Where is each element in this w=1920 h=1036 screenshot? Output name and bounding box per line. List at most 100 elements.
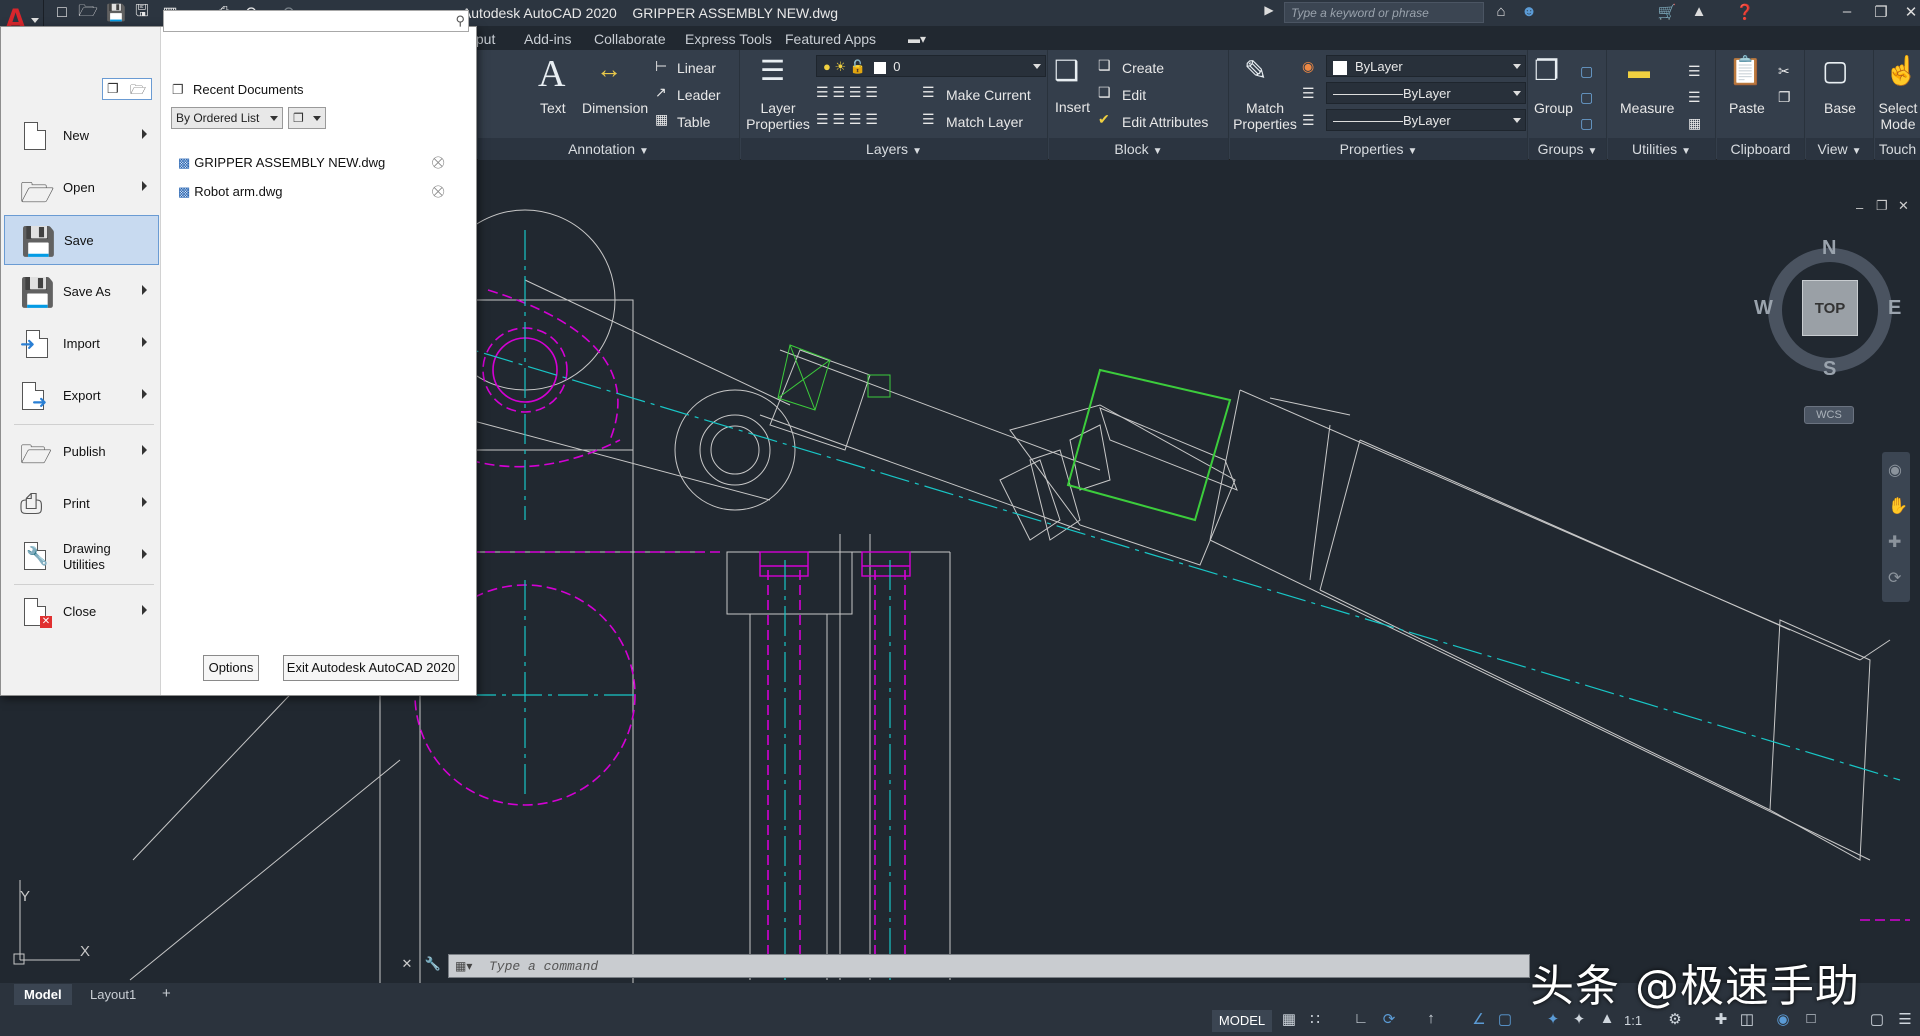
- compass-east[interactable]: E: [1888, 297, 1901, 320]
- create-button[interactable]: Create: [1122, 60, 1164, 76]
- linear-button[interactable]: Linear: [677, 60, 716, 76]
- layer-dropdown[interactable]: ● ☀ 🔓 0: [816, 55, 1046, 77]
- menu-item-save[interactable]: 💾 Save: [4, 215, 159, 265]
- layer-tools-row1[interactable]: ☰ ☰ ☰ ☰: [816, 84, 878, 101]
- text-button[interactable]: Text: [540, 100, 566, 116]
- tab-add-ins[interactable]: Add-ins: [524, 31, 571, 47]
- text-icon[interactable]: A: [538, 52, 565, 96]
- exit-autocad-button[interactable]: Exit Autodesk AutoCAD 2020: [283, 655, 459, 681]
- tab-express-tools[interactable]: Express Tools: [685, 31, 772, 47]
- dimension-button[interactable]: Dimension: [582, 100, 648, 116]
- base-button[interactable]: Base: [1824, 100, 1856, 116]
- binoculars-icon[interactable]: ⌂: [1490, 3, 1512, 23]
- add-layout-icon[interactable]: +: [162, 985, 171, 1002]
- layer-tools-row2[interactable]: ☰ ☰ ☰ ☰: [816, 111, 878, 128]
- tab-collaborate[interactable]: Collaborate: [594, 31, 666, 47]
- panel-utilities-title[interactable]: Utilities ▼: [1608, 138, 1715, 160]
- snap-icon[interactable]: ∷: [1304, 1010, 1326, 1032]
- view-toggle-icons[interactable]: ❐ 🗁: [102, 78, 152, 100]
- pin-icon[interactable]: ⛒: [432, 155, 444, 170]
- menu-item-new[interactable]: New: [4, 111, 159, 161]
- model-space-button[interactable]: MODEL: [1212, 1010, 1272, 1032]
- compass-west[interactable]: W: [1754, 297, 1773, 320]
- tab-model[interactable]: Model: [14, 984, 72, 1005]
- match-properties-button[interactable]: Match Properties: [1230, 100, 1300, 132]
- object-snap-tracking-icon[interactable]: ∠: [1468, 1010, 1490, 1032]
- window-minimize-icon[interactable]: –: [1836, 3, 1858, 23]
- select-mode-button[interactable]: Select Mode: [1876, 100, 1920, 132]
- panel-block-title[interactable]: Block ▼: [1049, 138, 1228, 160]
- tab-layout1[interactable]: Layout1: [80, 984, 146, 1005]
- menu-item-publish[interactable]: 🗁 Publish: [4, 427, 159, 477]
- layer-properties-icon[interactable]: ☰: [760, 54, 785, 87]
- navigation-bar[interactable]: ◉ ✋ ✚ ⟳: [1882, 452, 1910, 602]
- paste-icon[interactable]: 📋: [1728, 54, 1763, 87]
- measure-button[interactable]: Measure: [1620, 100, 1674, 116]
- drawing-minimize-icon[interactable]: –: [1856, 200, 1863, 215]
- make-current-button[interactable]: Make Current: [946, 87, 1031, 103]
- zoom-icon[interactable]: ✚: [1888, 532, 1901, 552]
- sort-by-dropdown[interactable]: By Ordered List: [171, 107, 283, 129]
- base-view-icon[interactable]: ▢: [1822, 54, 1848, 87]
- customize-status-icon[interactable]: ☰: [1894, 1010, 1916, 1032]
- recent-doc-item[interactable]: ▩ Robot arm.dwg: [178, 184, 458, 200]
- search-expand-icon[interactable]: ▶: [1258, 3, 1280, 23]
- grid-icon[interactable]: ▦: [1278, 1010, 1300, 1032]
- layer-properties-button[interactable]: Layer Properties: [744, 100, 812, 132]
- paste-button[interactable]: Paste: [1729, 100, 1765, 116]
- menu-search-input[interactable]: ⚲: [163, 10, 469, 32]
- viewcube[interactable]: TOP N S W E: [1754, 237, 1901, 380]
- panel-groups-title[interactable]: Groups ▼: [1529, 138, 1606, 160]
- measure-icon[interactable]: ▬: [1628, 58, 1650, 84]
- match-layer-button[interactable]: Match Layer: [946, 114, 1023, 130]
- recent-doc-item[interactable]: ▩ GRIPPER ASSEMBLY NEW.dwg: [178, 155, 458, 171]
- utilities-tools-icon[interactable]: ☰ ☰ ▦: [1688, 58, 1701, 136]
- window-restore-icon[interactable]: ❐: [1870, 3, 1892, 23]
- wcs-menu[interactable]: WCS: [1804, 406, 1854, 424]
- insert-icon[interactable]: ❑: [1054, 54, 1079, 87]
- drawing-close-icon[interactable]: ✕: [1898, 198, 1909, 214]
- isodraft-icon[interactable]: ↑: [1420, 1010, 1442, 1032]
- recent-docs-icon[interactable]: 🗁: [130, 81, 146, 103]
- group-button[interactable]: Group: [1534, 100, 1573, 116]
- command-line-wrench-icon[interactable]: 🔧: [422, 956, 444, 976]
- options-button[interactable]: Options: [203, 655, 259, 681]
- tab-featured-apps[interactable]: Featured Apps: [785, 31, 876, 47]
- polar-tracking-icon[interactable]: ⟳: [1378, 1010, 1400, 1032]
- select-mode-icon[interactable]: ☝: [1884, 54, 1919, 87]
- help-icon[interactable]: ❓: [1734, 3, 1756, 23]
- dimension-icon[interactable]: ↔: [596, 54, 622, 85]
- color-dropdown[interactable]: ByLayer: [1326, 55, 1526, 77]
- leader-button[interactable]: Leader: [677, 87, 721, 103]
- command-line-close-icon[interactable]: ✕: [396, 956, 418, 976]
- window-close-icon[interactable]: ✕: [1900, 3, 1920, 23]
- panel-annotation-title[interactable]: Annotation ▼: [478, 138, 739, 160]
- group-icon[interactable]: ❐: [1534, 54, 1559, 87]
- panel-clipboard-title[interactable]: Clipboard: [1717, 138, 1804, 160]
- linetype-dropdown[interactable]: ByLayer: [1326, 82, 1526, 104]
- display-icon-dropdown[interactable]: ❐: [288, 107, 326, 129]
- menu-item-save-as[interactable]: 💾 Save As: [4, 267, 159, 317]
- menu-item-open[interactable]: 🗁 Open: [4, 163, 159, 213]
- annotation-scale-value[interactable]: 1:1: [1624, 1013, 1642, 1028]
- menu-item-close[interactable]: ✕ Close: [4, 587, 159, 637]
- user-icon[interactable]: ☻: [1518, 3, 1540, 23]
- command-input[interactable]: Type a command: [489, 959, 598, 974]
- cart-icon[interactable]: 🛒: [1656, 3, 1678, 23]
- orbit-icon[interactable]: ⟳: [1888, 568, 1901, 588]
- ortho-icon[interactable]: ∟: [1350, 1010, 1372, 1032]
- command-prompt-icon[interactable]: ▦▾: [455, 959, 472, 973]
- pin-icon[interactable]: ⛒: [432, 184, 444, 199]
- panel-view-title[interactable]: View ▼: [1806, 138, 1873, 160]
- match-properties-icon[interactable]: ✎: [1244, 54, 1267, 87]
- panel-layers-title[interactable]: Layers ▼: [741, 138, 1047, 160]
- table-button[interactable]: Table: [677, 114, 710, 130]
- edit-button[interactable]: Edit: [1122, 87, 1146, 103]
- object-snap-icon[interactable]: ▢: [1494, 1010, 1516, 1032]
- edit-attributes-button[interactable]: Edit Attributes: [1122, 114, 1208, 130]
- ribbon-toggle-icon[interactable]: ▬▾: [908, 32, 926, 46]
- menu-item-drawing-utilities[interactable]: 🔧 Drawing Utilities: [4, 531, 159, 581]
- clipboard-tools-icon[interactable]: ✂ ❐: [1778, 58, 1791, 110]
- viewcube-top-face[interactable]: TOP: [1802, 280, 1858, 336]
- clean-screen-icon[interactable]: ▢: [1866, 1010, 1888, 1032]
